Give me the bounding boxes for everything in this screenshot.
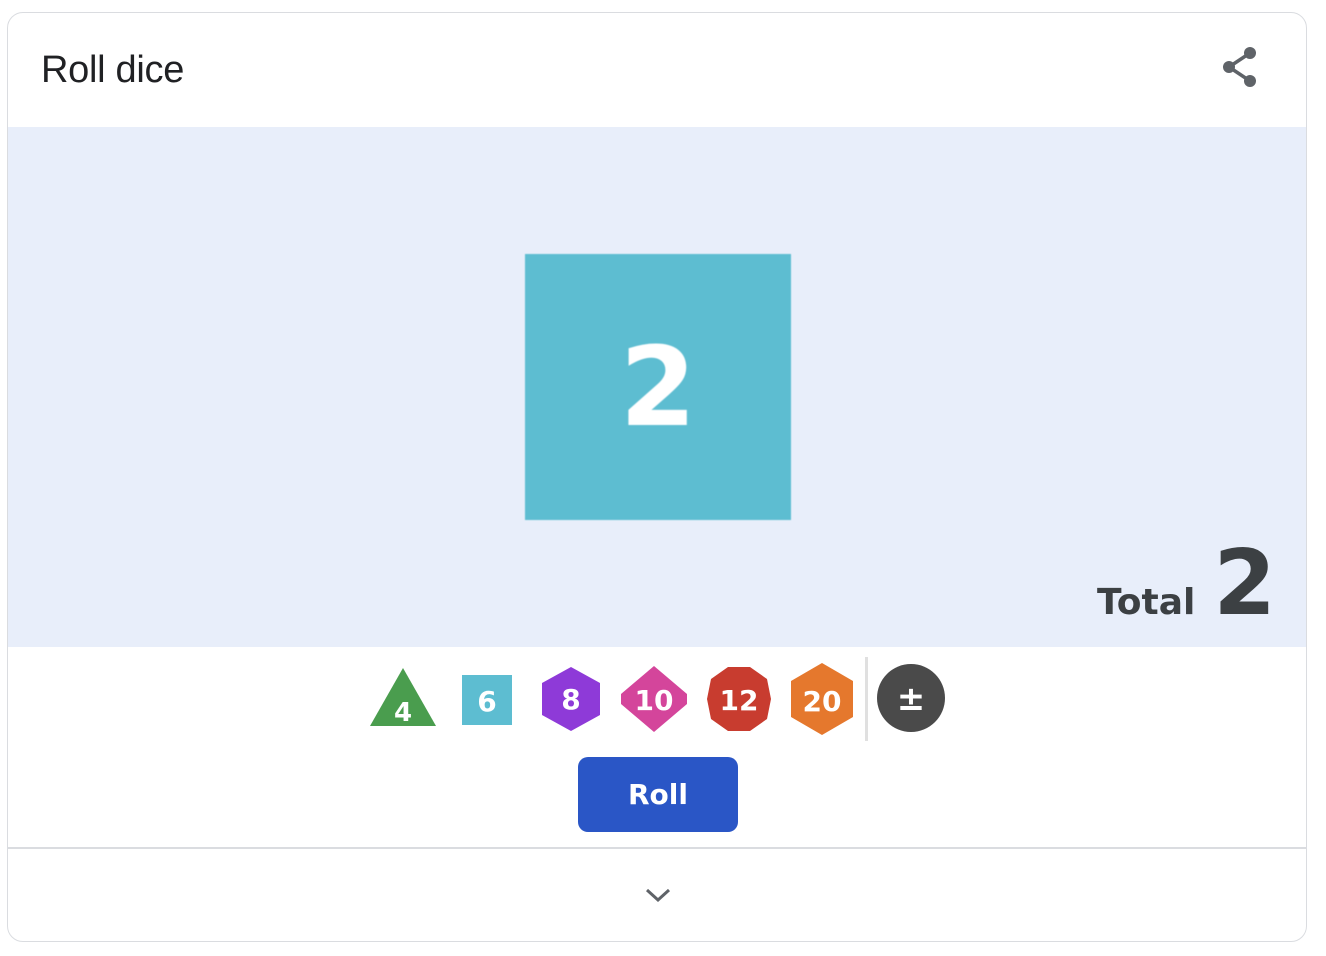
- share-icon: [1223, 47, 1256, 87]
- d4-button[interactable]: 4: [368, 666, 438, 728]
- dice-roller-card: Roll dice 2 Total 2 4 6 8 10 12 20 ± Rol…: [7, 12, 1307, 942]
- d12-button[interactable]: 12: [706, 665, 772, 733]
- d6-label: 6: [477, 685, 496, 718]
- d10-label: 10: [635, 684, 674, 717]
- footer-divider: [8, 847, 1306, 849]
- d6-button[interactable]: 6: [462, 675, 512, 725]
- d10-button[interactable]: 10: [619, 664, 689, 734]
- d8-button[interactable]: 8: [540, 665, 602, 733]
- modifier-button[interactable]: ±: [876, 663, 946, 733]
- expand-button[interactable]: [638, 875, 678, 915]
- share-button[interactable]: [1214, 41, 1266, 93]
- chevron-down-icon: [645, 888, 671, 903]
- d12-label: 12: [720, 684, 759, 717]
- rolled-d6-die: 2: [525, 254, 791, 520]
- total-display: Total 2: [1097, 539, 1276, 629]
- modifier-label: ±: [897, 679, 926, 719]
- card-header: Roll dice: [8, 13, 1306, 127]
- dice-divider: [865, 657, 868, 741]
- dice-selector: 4 6 8 10 12 20 ±: [8, 653, 1306, 745]
- d20-label: 20: [803, 685, 842, 718]
- total-value: 2: [1213, 531, 1276, 636]
- total-label: Total: [1097, 582, 1196, 623]
- roll-result-area: 2 Total 2: [8, 127, 1306, 647]
- card-title: Roll dice: [41, 49, 185, 91]
- d8-label: 8: [561, 683, 580, 716]
- d4-label: 4: [394, 698, 412, 728]
- roll-button[interactable]: Roll: [578, 757, 738, 832]
- d20-button[interactable]: 20: [789, 661, 855, 737]
- rolled-die-value: 2: [619, 323, 697, 451]
